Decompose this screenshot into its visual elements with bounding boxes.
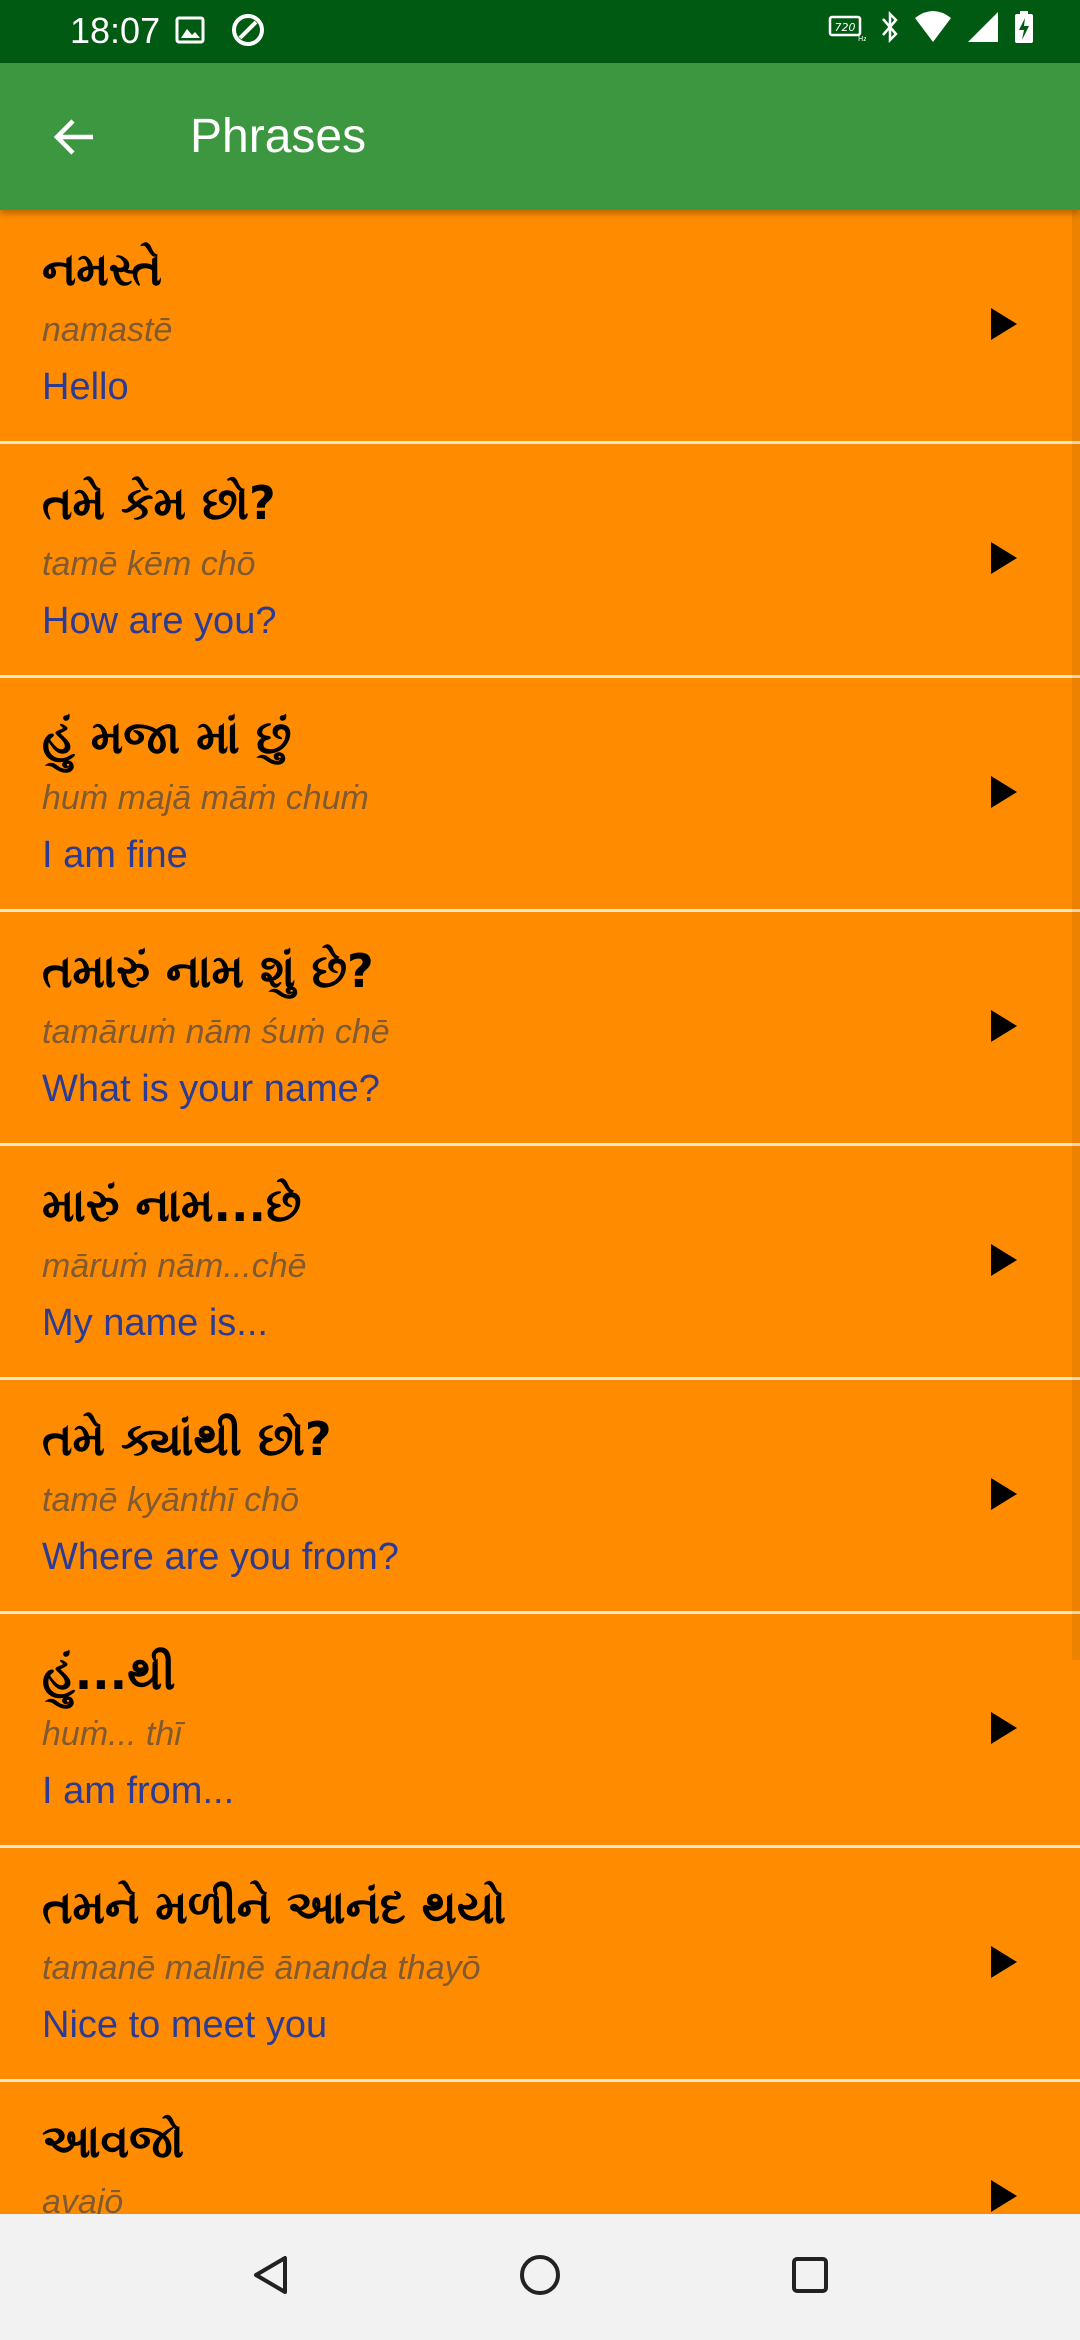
phrase-list[interactable]: નમસ્તે namastē Hello તમે કેમ છો? tamē kē… xyxy=(0,210,1080,2214)
play-button[interactable] xyxy=(974,998,1034,1058)
phrase-transliteration: tamāruṁ nām śuṁ chē xyxy=(42,1013,390,1051)
phrase-english: I am from... xyxy=(42,1770,235,1812)
status-time: 18:07 xyxy=(70,10,161,51)
phrase-transliteration: tamanē malīnē ānanda thayō xyxy=(42,1949,481,1987)
wifi-icon xyxy=(914,10,952,48)
play-button[interactable] xyxy=(974,296,1034,356)
page-title: Phrases xyxy=(190,110,367,163)
nav-recents-button[interactable] xyxy=(777,2244,843,2310)
app-bar: Phrases xyxy=(0,63,1080,210)
play-button[interactable] xyxy=(974,2168,1034,2214)
phrase-row[interactable]: તમને મળીને આનંદ થયો tamanē malīnē ānanda… xyxy=(0,1848,1080,2082)
phrase-native-text: તમારું નામ શું છે? xyxy=(42,944,374,998)
nav-back-button[interactable] xyxy=(238,2244,304,2310)
phrase-transliteration: namastē xyxy=(42,311,173,349)
battery-charging-icon xyxy=(1014,10,1034,48)
phrase-transliteration: avajō xyxy=(42,2183,124,2214)
phrase-english: Nice to meet you xyxy=(42,2004,328,2046)
status-bar: 18:07 720 Hz xyxy=(0,0,1080,63)
status-left-icons xyxy=(174,12,266,52)
phrase-row[interactable]: તમે ક્યાંથી છો? tamē kyānthī chō Where a… xyxy=(0,1380,1080,1614)
back-button[interactable] xyxy=(34,99,114,179)
phrase-native-text: મારું નામ...છે xyxy=(42,1178,302,1232)
play-icon xyxy=(989,2178,1019,2214)
at-sign-icon xyxy=(230,12,266,52)
phrase-row[interactable]: નમસ્તે namastē Hello xyxy=(0,210,1080,444)
play-button[interactable] xyxy=(974,1232,1034,1292)
phrase-native-text: નમસ્તે xyxy=(42,242,163,296)
play-button[interactable] xyxy=(974,1700,1034,1760)
signal-icon xyxy=(966,10,1000,48)
phrase-row[interactable]: મારું નામ...છે māruṁ nām...chē My name i… xyxy=(0,1146,1080,1380)
phrase-row[interactable]: તમે કેમ છો? tamē kēm chō How are you? xyxy=(0,444,1080,678)
phrase-row[interactable]: હું...થી huṁ... thī I am from... xyxy=(0,1614,1080,1848)
play-icon xyxy=(989,1944,1019,1984)
phrase-native-text: તમે ક્યાંથી છો? xyxy=(42,1412,332,1466)
play-icon xyxy=(989,540,1019,580)
svg-text:720: 720 xyxy=(835,21,856,34)
phrase-transliteration: tamē kēm chō xyxy=(42,545,256,583)
play-button[interactable] xyxy=(974,530,1034,590)
hd-voice-icon: 720 Hz xyxy=(828,12,867,46)
back-triangle-icon xyxy=(249,2253,293,2301)
play-icon xyxy=(989,1242,1019,1282)
phrase-english: Hello xyxy=(42,366,129,408)
status-right-icons: 720 Hz xyxy=(828,10,1034,48)
phrase-transliteration: tamē kyānthī chō xyxy=(42,1481,300,1519)
recents-square-icon xyxy=(789,2254,831,2300)
phrase-english: Where are you from? xyxy=(42,1536,399,1578)
phrase-english: How are you? xyxy=(42,600,277,642)
phrase-native-text: આવજો xyxy=(42,2114,185,2168)
play-icon xyxy=(989,774,1019,814)
bluetooth-icon xyxy=(880,10,900,48)
phrase-native-text: તમને મળીને આનંદ થયો xyxy=(42,1880,507,1934)
play-icon xyxy=(989,306,1019,346)
arrow-left-icon xyxy=(51,114,97,164)
scrollbar[interactable] xyxy=(1072,210,1080,1660)
phrase-row[interactable]: આવજો avajō xyxy=(0,2082,1080,2214)
play-icon xyxy=(989,1008,1019,1048)
play-button[interactable] xyxy=(974,764,1034,824)
play-button[interactable] xyxy=(974,1934,1034,1994)
phrase-english: My name is... xyxy=(42,1302,268,1344)
phrase-english: I am fine xyxy=(42,834,188,876)
phrase-native-text: તમે કેમ છો? xyxy=(42,476,276,530)
phrase-transliteration: māruṁ nām...chē xyxy=(42,1247,307,1285)
home-circle-icon xyxy=(517,2252,563,2302)
phrase-row[interactable]: હું મજા માં છું huṁ majā māṁ chuṁ I am f… xyxy=(0,678,1080,912)
navigation-bar xyxy=(0,2214,1080,2340)
phrase-english: What is your name? xyxy=(42,1068,380,1110)
play-icon xyxy=(989,1476,1019,1516)
phrase-row[interactable]: તમારું નામ શું છે? tamāruṁ nām śuṁ chē W… xyxy=(0,912,1080,1146)
phrase-native-text: હું મજા માં છું xyxy=(42,710,292,764)
phrase-native-text: હું...થી xyxy=(42,1646,176,1700)
play-icon xyxy=(989,1710,1019,1750)
play-button[interactable] xyxy=(974,1466,1034,1526)
svg-text:Hz: Hz xyxy=(858,35,866,42)
phrase-transliteration: huṁ... thī xyxy=(42,1715,182,1753)
phrase-transliteration: huṁ majā māṁ chuṁ xyxy=(42,779,369,817)
image-icon xyxy=(174,14,206,50)
nav-home-button[interactable] xyxy=(507,2244,573,2310)
